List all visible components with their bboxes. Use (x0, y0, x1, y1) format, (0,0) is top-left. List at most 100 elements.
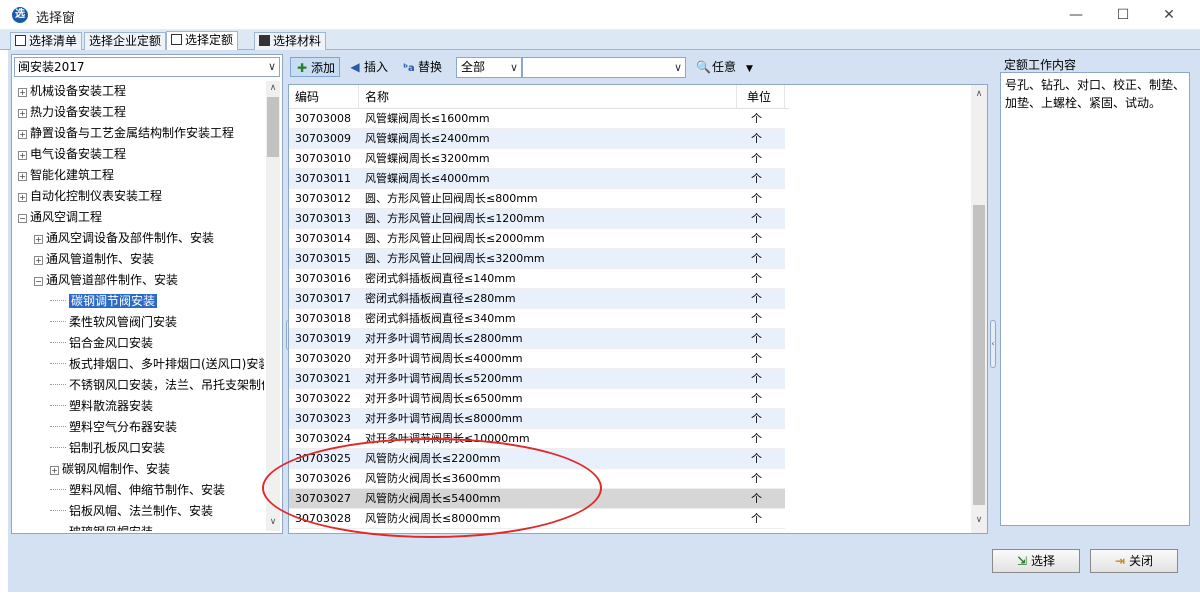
add-button[interactable]: ✚ 添加 (290, 57, 341, 77)
tree-node[interactable]: + 智能化建筑工程 (18, 165, 114, 186)
tree-connector (50, 321, 66, 322)
tree-node[interactable]: 塑料空气分布器安装 (50, 417, 177, 438)
table-row[interactable]: 30703017 密闭式斜插板阀直径≤280mm 个 (289, 289, 785, 309)
tab-select-material[interactable]: 选择材料 (254, 32, 327, 50)
cell-name: 密闭式斜插板阀直径≤280mm (365, 292, 516, 305)
table-row[interactable]: 30703018 密闭式斜插板阀直径≤340mm 个 (289, 309, 785, 329)
scroll-down-icon[interactable]: ∨ (266, 517, 280, 527)
tree-node[interactable]: + 电气设备安装工程 (18, 144, 126, 165)
table-row[interactable]: 30703026 风管防火阀周长≤3600mm 个 (289, 469, 785, 489)
tree-node[interactable]: 铝制孔板风口安装 (50, 438, 165, 459)
tree-node[interactable]: − 通风空调工程 (18, 207, 102, 228)
expand-icon[interactable]: + (34, 235, 43, 244)
tree-node[interactable]: 玻璃钢风帽安装 (50, 522, 153, 531)
insert-button[interactable]: ◀ 插入 (344, 57, 392, 77)
tree-node[interactable]: + 通风管道制作、安装 (34, 249, 154, 270)
header-unit[interactable]: 单位 (737, 85, 785, 109)
tree-node-label: 通风空调工程 (30, 210, 103, 224)
search-input[interactable]: ∨ (522, 57, 686, 78)
tab-select-enterprise-quota[interactable]: 选择企业定额 (84, 32, 167, 50)
table-row[interactable]: 30703021 对开多叶调节阀周长≤5200mm 个 (289, 369, 785, 389)
exit-icon: ⇥ (1114, 554, 1126, 568)
table-row[interactable]: 30703027 风管防火阀周长≤5400mm 个 (289, 489, 785, 509)
cell-unit: 个 (751, 172, 762, 185)
header-code[interactable]: 编码 (289, 85, 359, 109)
scroll-up-icon[interactable]: ∧ (266, 83, 280, 93)
table-row[interactable]: 30703019 对开多叶调节阀周长≤2800mm 个 (289, 329, 785, 349)
tree-node[interactable]: + 热力设备安装工程 (18, 102, 126, 123)
cell-unit: 个 (751, 312, 762, 325)
collapse-icon[interactable]: − (18, 214, 27, 223)
table-row[interactable]: 30703024 对开多叶调节阀周长≤10000mm 个 (289, 429, 785, 449)
scroll-up-icon[interactable]: ∧ (972, 89, 986, 99)
tree-node[interactable]: 碳钢调节阀安装 (50, 291, 158, 312)
tree-node[interactable]: 板式排烟口、多叶排烟口(送风口)安装 (50, 354, 264, 375)
table-row[interactable]: 30703023 对开多叶调节阀周长≤8000mm 个 (289, 409, 785, 429)
table-row[interactable]: 30703011 风管蝶阀周长≤4000mm 个 (289, 169, 785, 189)
cell-name: 风管防火阀周长≤8000mm (365, 512, 501, 525)
expand-icon[interactable]: + (18, 130, 27, 139)
tree-node[interactable]: 塑料散流器安装 (50, 396, 153, 417)
minimize-icon[interactable]: — (1066, 5, 1086, 25)
tree-node[interactable]: + 通风空调设备及部件制作、安装 (34, 228, 214, 249)
table-row[interactable]: 30703008 风管蝶阀周长≤1600mm 个 (289, 109, 785, 129)
close-window-icon[interactable]: ✕ (1159, 5, 1179, 25)
maximize-icon[interactable]: ☐ (1113, 5, 1133, 25)
filter-select[interactable]: 全部 ∨ (456, 57, 522, 78)
bottom-strip (0, 592, 1200, 600)
cell-name: 对开多叶调节阀周长≤10000mm (365, 432, 530, 445)
tree-node[interactable]: + 碳钢风帽制作、安装 (50, 459, 170, 480)
expand-icon[interactable]: + (18, 193, 27, 202)
tree-node[interactable]: 不锈钢风口安装，法兰、吊托支架制作 (50, 375, 264, 396)
expand-icon[interactable]: + (34, 256, 43, 265)
table-row[interactable]: 30703015 圆、方形风管止回阀周长≤3200mm 个 (289, 249, 785, 269)
grid-scroll-thumb[interactable] (973, 205, 985, 505)
cell-code: 30703023 (295, 412, 351, 425)
right-splitter-handle[interactable]: ‹ (990, 320, 996, 368)
expand-icon[interactable]: + (18, 151, 27, 160)
cell-name: 风管蝶阀周长≤2400mm (365, 132, 490, 145)
table-row[interactable]: 30703014 圆、方形风管止回阀周长≤2000mm 个 (289, 229, 785, 249)
tree-node[interactable]: + 静置设备与工艺金属结构制作安装工程 (18, 123, 234, 144)
tree-node[interactable]: 铝板风帽、法兰制作、安装 (50, 501, 213, 522)
tree-node-label: 不锈钢风口安装，法兰、吊托支架制作 (69, 378, 264, 392)
quota-list-panel: ✚ 添加 ◀ 插入 ᵇa 替换 全部 ∨ ∨ 🔍任意 ▼ 编码 名称 单位 3070300… (288, 54, 988, 534)
category-panel: 闽安装2017 ∨ + 机械设备安装工程 + 热力设备安装工程 + 静置设备与工艺金属结构制… (11, 54, 283, 534)
table-row[interactable]: 30703009 风管蝶阀周长≤2400mm 个 (289, 129, 785, 149)
tab-select-quota[interactable]: 选择定额 (166, 31, 239, 51)
header-name[interactable]: 名称 (359, 85, 737, 109)
table-row[interactable]: 30703016 密闭式斜插板阀直径≤140mm 个 (289, 269, 785, 289)
cell-name: 密闭式斜插板阀直径≤140mm (365, 272, 516, 285)
tree-node[interactable]: − 通风管道部件制作、安装 (34, 270, 178, 291)
table-row[interactable]: 30703013 圆、方形风管止回阀周长≤1200mm 个 (289, 209, 785, 229)
tree-node-label: 塑料散流器安装 (69, 399, 154, 413)
expand-icon[interactable]: + (18, 172, 27, 181)
expand-icon[interactable]: + (50, 466, 59, 475)
replace-icon: ᵇa (403, 63, 415, 74)
tree-node[interactable]: 塑料风帽、伸缩节制作、安装 (50, 480, 225, 501)
tree-node[interactable]: 柔性软风管阀门安装 (50, 312, 177, 333)
tree-node-label: 自动化控制仪表安装工程 (30, 189, 163, 203)
replace-button[interactable]: ᵇa 替换 (398, 57, 446, 77)
table-row[interactable]: 30703010 风管蝶阀周长≤3200mm 个 (289, 149, 785, 169)
table-row[interactable]: 30703020 对开多叶调节阀周长≤4000mm 个 (289, 349, 785, 369)
table-row[interactable]: 30703022 对开多叶调节阀周长≤6500mm 个 (289, 389, 785, 409)
tree-node[interactable]: 铝合金风口安装 (50, 333, 153, 354)
tree-node[interactable]: + 自动化控制仪表安装工程 (18, 186, 162, 207)
table-row[interactable]: 30703028 风管防火阀周长≤8000mm 个 (289, 509, 785, 529)
quota-library-select[interactable]: 闽安装2017 ∨ (14, 57, 280, 77)
table-row[interactable]: 30703025 风管防火阀周长≤2200mm 个 (289, 449, 785, 469)
collapse-icon[interactable]: − (34, 277, 43, 286)
select-button[interactable]: ⇲ 选择 (992, 549, 1080, 573)
tree-scrollbar[interactable]: ∧ ∨ (266, 81, 280, 531)
expand-icon[interactable]: + (18, 88, 27, 97)
grid-scrollbar[interactable]: ∧ ∨ (971, 85, 987, 533)
close-button[interactable]: ⇥ 关闭 (1090, 549, 1178, 573)
tab-select-list[interactable]: 选择清单 (10, 32, 83, 50)
scroll-down-icon[interactable]: ∨ (972, 515, 986, 525)
expand-icon[interactable]: + (18, 109, 27, 118)
table-row[interactable]: 30703012 圆、方形风管止回阀周长≤800mm 个 (289, 189, 785, 209)
any-match-button[interactable]: 🔍任意 ▼ (692, 57, 757, 77)
tree-scroll-thumb[interactable] (267, 97, 279, 157)
tree-node[interactable]: + 机械设备安装工程 (18, 81, 126, 102)
